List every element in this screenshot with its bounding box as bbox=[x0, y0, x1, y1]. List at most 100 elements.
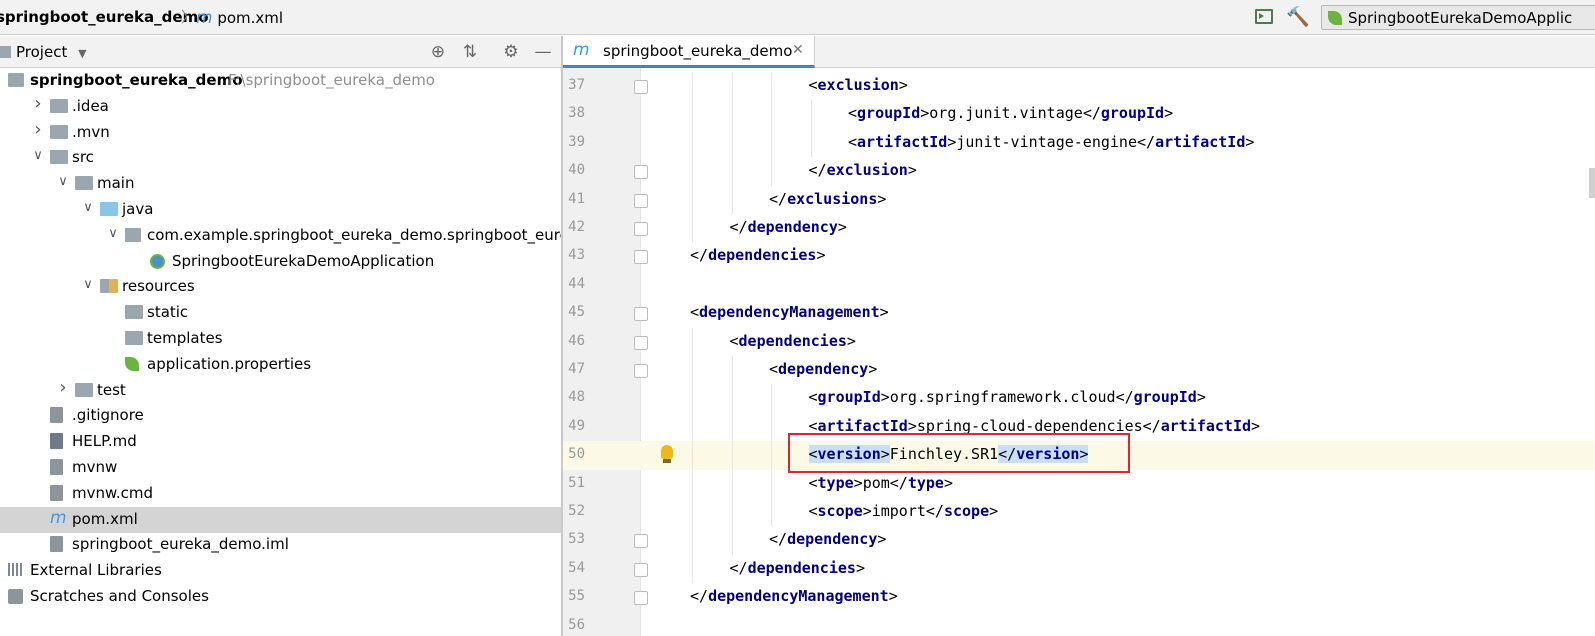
collapse-all-icon[interactable]: ⇅ bbox=[460, 42, 480, 62]
run-configuration-selector[interactable]: SpringbootEurekaDemoApplic bbox=[1321, 5, 1595, 30]
file-icon bbox=[50, 484, 63, 501]
tree-item[interactable]: ∨ com.example.springboot_eureka_demo.spri… bbox=[0, 223, 594, 249]
package-icon bbox=[125, 227, 141, 242]
fold-marker-icon[interactable] bbox=[634, 307, 648, 322]
chevron-right-icon[interactable]: › bbox=[56, 377, 70, 398]
fold-marker-icon[interactable] bbox=[634, 364, 648, 378]
code-editor[interactable]: 37 <exclusion> 38 <groupId>org.junit.vintag… bbox=[563, 68, 1595, 636]
tree-item[interactable]: application.properties bbox=[0, 352, 561, 378]
code-line[interactable]: 38 <groupId>org.junit.vintage</groupId> bbox=[563, 100, 1595, 129]
code-line[interactable]: 46 <dependencies> bbox=[563, 327, 1595, 356]
tree-item[interactable]: External Libraries bbox=[0, 558, 561, 584]
code-line[interactable]: 47 <dependency> bbox=[563, 356, 1595, 385]
tree-item[interactable]: ∨springboot_eureka_demoF:\springboot_eur… bbox=[0, 68, 561, 94]
code-line[interactable]: 40 </exclusion> bbox=[563, 157, 1595, 186]
chevron-right-icon[interactable]: › bbox=[31, 93, 45, 114]
gear-icon[interactable]: ⚙ bbox=[501, 42, 521, 62]
tree-item[interactable]: Scratches and Consoles bbox=[0, 584, 561, 610]
tree-item[interactable]: ∨ src bbox=[0, 145, 561, 171]
indent-guide bbox=[731, 128, 733, 158]
breadcrumb-file[interactable]: m pom.xml bbox=[196, 8, 283, 28]
indent-guide bbox=[810, 100, 812, 129]
fold-marker-icon[interactable] bbox=[634, 591, 648, 606]
spring-class-icon bbox=[150, 253, 165, 269]
code-line[interactable]: 52 <scope>import</scope> bbox=[563, 498, 1595, 527]
lightbulb-icon[interactable] bbox=[661, 445, 673, 460]
code-line[interactable]: 55 </dependencyManagement> bbox=[563, 583, 1595, 611]
code-line[interactable]: 48 <groupId>org.springframework.cloud</gr… bbox=[563, 384, 1595, 413]
module-path: F:\springboot_eureka_demo bbox=[228, 71, 435, 89]
tab-label: springboot_eureka_demo bbox=[603, 42, 793, 60]
chevron-down-icon[interactable]: ∨ bbox=[81, 200, 95, 215]
file-icon bbox=[50, 459, 63, 475]
tree-item[interactable]: ∨ main bbox=[0, 171, 561, 197]
tree-item[interactable]: ∨ resources bbox=[0, 274, 561, 300]
code-line[interactable]: 39 <artifactId>junit-vintage-engine</arti… bbox=[563, 128, 1595, 158]
fold-marker-icon[interactable] bbox=[634, 165, 648, 180]
tree-item[interactable]: mvnw bbox=[0, 455, 561, 481]
tree-item-label: .gitignore bbox=[72, 406, 144, 425]
tree-item[interactable]: templates bbox=[0, 326, 561, 352]
locate-target-icon[interactable]: ⊕ bbox=[428, 42, 448, 62]
code-line[interactable]: 51 <type>pom</type> bbox=[563, 469, 1595, 498]
tree-item[interactable]: › .mvn bbox=[0, 119, 561, 146]
tree-item[interactable]: › .idea bbox=[0, 93, 561, 120]
indent-guide bbox=[692, 412, 693, 442]
tree-item[interactable]: mvnw.cmd bbox=[0, 481, 561, 507]
chevron-down-icon[interactable]: ∨ bbox=[106, 226, 120, 241]
tree-item[interactable]: HELP.md bbox=[0, 429, 561, 455]
code-line[interactable]: 53 </dependency> bbox=[563, 526, 1595, 555]
fold-marker-icon[interactable] bbox=[634, 534, 648, 549]
breadcrumb-project[interactable]: springboot_eureka_demo bbox=[0, 8, 209, 26]
build-hammer-icon[interactable]: 🔨 bbox=[1286, 7, 1310, 27]
tree-item[interactable]: SpringbootEurekaDemoApplication bbox=[0, 249, 561, 275]
project-tree: ∨ springboot_eureka_demoF:\springboot_eur… bbox=[0, 68, 594, 636]
code-line[interactable]: 54 </dependencies> bbox=[563, 554, 1595, 584]
indent-guide bbox=[771, 128, 772, 158]
code-line[interactable]: 45 <dependencyManagement> bbox=[563, 299, 1595, 327]
fold-marker-icon[interactable] bbox=[634, 222, 648, 236]
tree-item-label: SpringbootEurekaDemoApplication bbox=[172, 251, 435, 270]
fold-marker-icon[interactable] bbox=[634, 250, 648, 265]
project-view-selector[interactable]: Project ▼ bbox=[16, 43, 87, 61]
tree-item[interactable]: .gitignore bbox=[0, 403, 561, 429]
code-text: <artifactId>junit-vintage-engine</artifa… bbox=[848, 132, 1255, 151]
code-text: <dependency> bbox=[769, 360, 878, 378]
code-line[interactable]: 41 </exclusions> bbox=[563, 185, 1595, 214]
tree-item[interactable]: › test bbox=[0, 377, 561, 404]
code-text: <groupId>org.springframework.cloud</grou… bbox=[808, 388, 1206, 407]
chevron-right-icon[interactable]: › bbox=[31, 119, 45, 140]
folder-icon bbox=[125, 305, 143, 320]
indent-guide bbox=[692, 128, 693, 158]
chevron-down-icon[interactable]: ∨ bbox=[81, 277, 95, 292]
code-line[interactable]: 43 </dependencies> bbox=[563, 242, 1595, 270]
line-number: 47 bbox=[568, 361, 585, 377]
indent-guide bbox=[692, 100, 693, 129]
indent-guide bbox=[731, 412, 733, 442]
tree-item[interactable]: springboot_eureka_demo.iml bbox=[0, 532, 561, 558]
tree-item[interactable]: m pom.xml bbox=[0, 506, 561, 533]
iml-file-icon bbox=[50, 536, 63, 553]
code-line[interactable]: 42 </dependency> bbox=[563, 214, 1595, 243]
fold-marker-icon[interactable] bbox=[634, 335, 648, 350]
fold-marker-icon[interactable] bbox=[634, 80, 648, 94]
module-icon bbox=[8, 73, 24, 87]
fold-marker-icon[interactable] bbox=[634, 562, 648, 577]
code-line[interactable]: 37 <exclusion> bbox=[563, 72, 1595, 101]
fold-marker-icon[interactable] bbox=[634, 193, 648, 208]
folder-icon bbox=[50, 150, 68, 165]
hide-panel-icon[interactable]: — bbox=[533, 42, 553, 62]
project-view-icon bbox=[0, 46, 11, 58]
tree-item-label: com.example.springboot_eureka_demo.sprin… bbox=[147, 225, 594, 244]
close-icon[interactable]: ✕ bbox=[792, 42, 804, 58]
chevron-down-icon[interactable]: ∨ bbox=[56, 174, 70, 189]
chevron-down-icon[interactable]: ∨ bbox=[31, 148, 45, 163]
tree-item[interactable]: static bbox=[0, 300, 561, 326]
tree-item-label: mvnw bbox=[72, 458, 118, 476]
terminal-icon[interactable] bbox=[1255, 9, 1273, 24]
tab-pom-xml[interactable]: m springboot_eureka_demo ✕ bbox=[563, 36, 815, 68]
code-line[interactable]: 56 bbox=[563, 612, 1595, 636]
code-line[interactable]: 44 bbox=[563, 271, 1595, 299]
code-text: </dependencyManagement> bbox=[690, 587, 898, 606]
tree-item[interactable]: ∨ java bbox=[0, 197, 561, 223]
